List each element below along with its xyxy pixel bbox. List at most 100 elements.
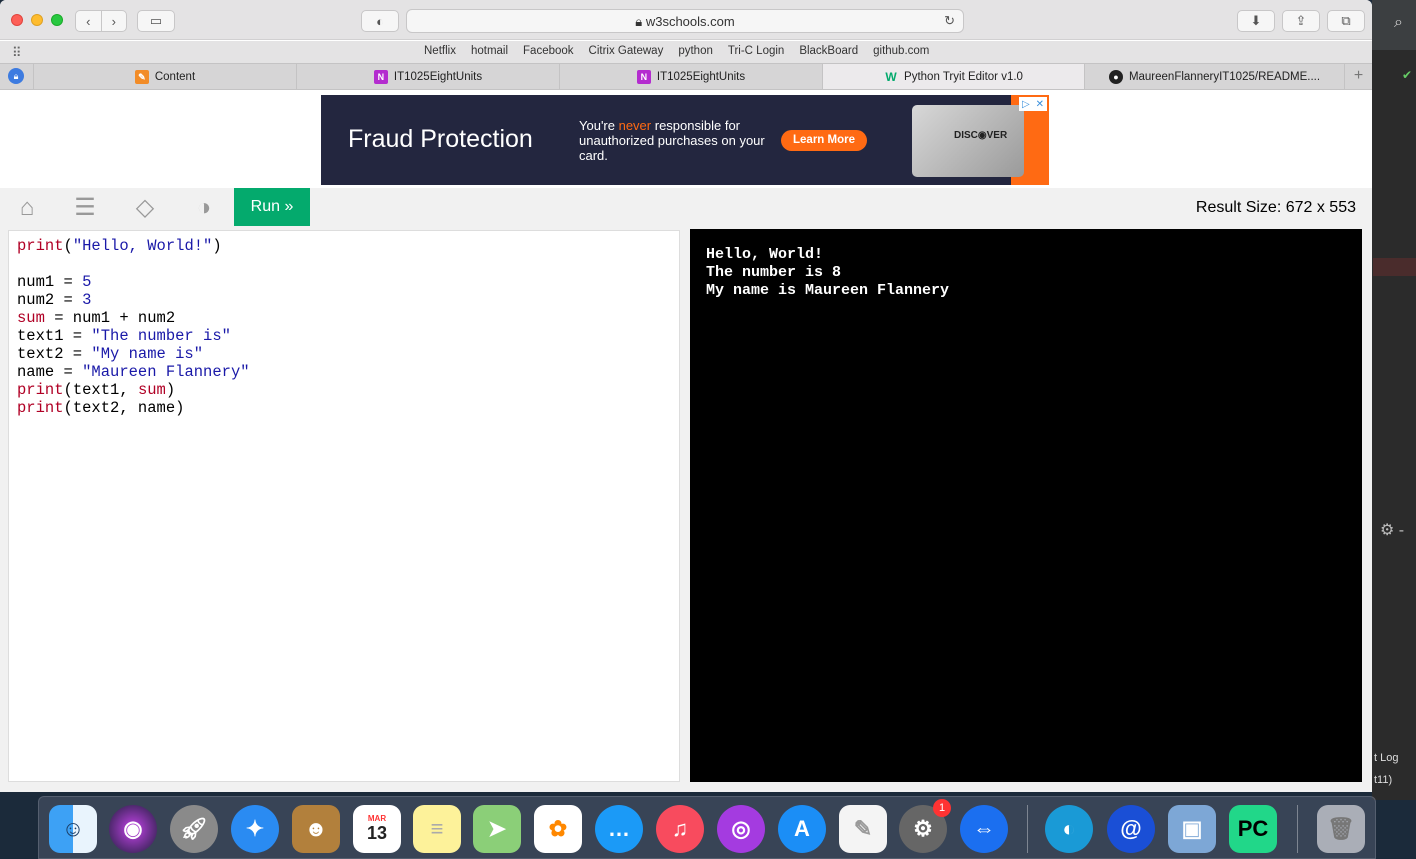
fullscreen-window-button[interactable] [51,14,63,26]
sidebar-icon: ▭ [149,13,163,28]
favorites-list: Netflix hotmail Facebook Citrix Gateway pyth… [424,45,929,57]
tab-onenote-1[interactable]: N IT1025EightUnits [297,64,560,89]
webex-icon[interactable]: ◐ [1045,805,1093,853]
onenote-icon: N [636,69,651,84]
maps-icon[interactable]: ➤ [473,805,521,853]
app-store-icon[interactable]: A [778,805,826,853]
downloads-button[interactable]: ⬇ [1237,10,1275,32]
code-line[interactable]: name = "Maureen Flannery" [17,363,671,381]
tryit-toolbar: ⌂ ☰ ◇ ◑ Run » Result Size: 672 x 553 [0,188,1372,228]
favorite-link[interactable]: Netflix [424,45,456,57]
result-size-label: Result Size: 672 x 553 [1195,199,1356,216]
cisco-icon[interactable]: @ [1107,805,1155,853]
lock-icon: 🔒︎ [8,68,24,84]
tab-overview-button[interactable]: ⧉ [1327,10,1365,32]
dock-separator [1027,805,1028,853]
new-tab-button[interactable]: + [1345,64,1372,89]
toolbar: ‹ › ▭ ◐ 🔒︎ w3schools.com ↻ ⬇ ⇪ ⧉ [0,0,1372,40]
tab-python-tryit[interactable]: W Python Tryit Editor v1.0 [823,64,1085,89]
close-window-button[interactable] [11,14,23,26]
finder-icon[interactable]: ☺ [49,805,97,853]
github-icon: ● [1108,69,1123,84]
run-button[interactable]: Run » [234,188,310,226]
preview-icon[interactable]: ▣ [1168,805,1216,853]
tabs-icon: ⧉ [1341,13,1351,28]
calendar-month: MAR [367,814,387,823]
siri-icon[interactable]: ◉ [109,805,157,853]
home-icon[interactable]: ⌂ [12,194,42,222]
code-line[interactable]: print(text2, name) [17,399,671,417]
code-line[interactable]: num2 = 3 [17,291,671,309]
learn-more-button[interactable]: Learn More [781,130,867,151]
minimize-window-button[interactable] [31,14,43,26]
textedit-icon[interactable]: ✎ [839,805,887,853]
code-line[interactable]: sum = num1 + num2 [17,309,671,327]
safari-icon[interactable]: ✦ [231,805,279,853]
launchpad-icon[interactable]: 🚀︎ [170,805,218,853]
nav-buttons: ‹ › [75,10,127,32]
pinned-tab[interactable]: 🔒︎ [0,64,34,89]
onenote-icon: N [373,69,388,84]
code-line[interactable]: print(text1, sum) [17,381,671,399]
output-line: My name is Maureen Flannery [706,282,950,299]
code-line[interactable]: print("Hello, World!") [17,237,671,255]
tab-label: Python Tryit Editor v1.0 [904,70,1023,83]
contacts-icon[interactable]: ☻ [292,805,340,853]
privacy-report-button[interactable]: ◐ [361,10,399,32]
favorite-link[interactable]: Tri-C Login [728,45,784,57]
photos-icon[interactable]: ✿ [534,805,582,853]
output-line: The number is 8 [706,264,842,281]
code-line[interactable]: text2 = "My name is" [17,345,671,363]
close-icon[interactable]: ✕ [1036,99,1044,110]
lock-icon: 🔒︎ [635,14,646,29]
code-line[interactable]: num1 = 5 [17,273,671,291]
forward-icon[interactable]: › [101,14,126,29]
code-editor[interactable]: print("Hello, World!") num1 = 5 num2 = 3s… [8,230,680,782]
teamviewer-icon[interactable]: ⇔ [960,805,1008,853]
share-icon: ⇪ [1295,13,1307,28]
credit-card-image: DISC◉VER [912,105,1024,177]
address-bar[interactable]: 🔒︎ w3schools.com ↻ [406,9,964,33]
advertisement-banner[interactable]: Fraud Protection You're never responsibl… [321,95,1049,185]
tab-onenote-2[interactable]: N IT1025EightUnits [560,64,823,89]
result-output: Hello, World! The number is 8 My name is M… [690,229,1362,782]
favorite-link[interactable]: github.com [873,45,929,57]
trash-icon[interactable]: 🗑︎ [1317,805,1365,853]
share-button[interactable]: ⇪ [1282,10,1320,32]
code-line[interactable] [17,255,671,273]
gear-icon[interactable]: ⚙ - [1380,520,1410,542]
adchoices-icon[interactable]: ▷ [1022,99,1030,110]
dock-separator [1297,805,1298,853]
shield-icon: ◐ [376,13,384,29]
notes-icon[interactable]: ≡ [413,805,461,853]
calendar-icon[interactable]: MAR 13 [353,805,401,853]
search-icon[interactable]: ⌕ [1394,14,1414,34]
tab-content[interactable]: ✎ Content [34,64,297,89]
favorite-link[interactable]: python [678,45,713,57]
ad-body: You're never responsible for unauthorize… [579,118,765,163]
messages-icon[interactable]: … [595,805,643,853]
menu-icon[interactable]: ☰ [70,194,100,222]
system-preferences-icon[interactable]: ⚙ 1 [899,799,951,853]
notification-badge: 1 [933,799,951,817]
back-icon[interactable]: ‹ [76,14,101,29]
favorite-link[interactable]: Facebook [523,45,574,57]
code-line[interactable]: text1 = "The number is" [17,327,671,345]
music-icon[interactable]: ♫ [656,805,704,853]
ide-background-window: ⌕ ✔ ⚙ - t Log t11) [1372,0,1416,800]
tab-label: IT1025EightUnits [393,70,483,83]
favorites-grid-icon[interactable]: ⠿ [12,45,22,61]
favorite-link[interactable]: Citrix Gateway [589,45,664,57]
favorite-link[interactable]: hotmail [471,45,508,57]
ide-log-label-2: t11) [1374,774,1393,786]
ad-choices[interactable]: ▷ ✕ [1019,97,1047,111]
sidebar-toggle-button[interactable]: ▭ [137,10,175,32]
rotate-icon[interactable]: ◇ [130,194,160,222]
pycharm-icon[interactable]: PC [1229,805,1277,853]
theme-toggle-icon[interactable]: ◑ [189,194,219,222]
tab-bar: 🔒︎ ✎ Content N IT1025EightUnits N IT1025… [0,63,1372,90]
podcasts-icon[interactable]: ◎ [717,805,765,853]
favorite-link[interactable]: BlackBoard [799,45,858,57]
tab-github-readme[interactable]: ● MaureenFlanneryIT1025/README.... [1085,64,1345,89]
reload-icon[interactable]: ↻ [944,13,955,29]
